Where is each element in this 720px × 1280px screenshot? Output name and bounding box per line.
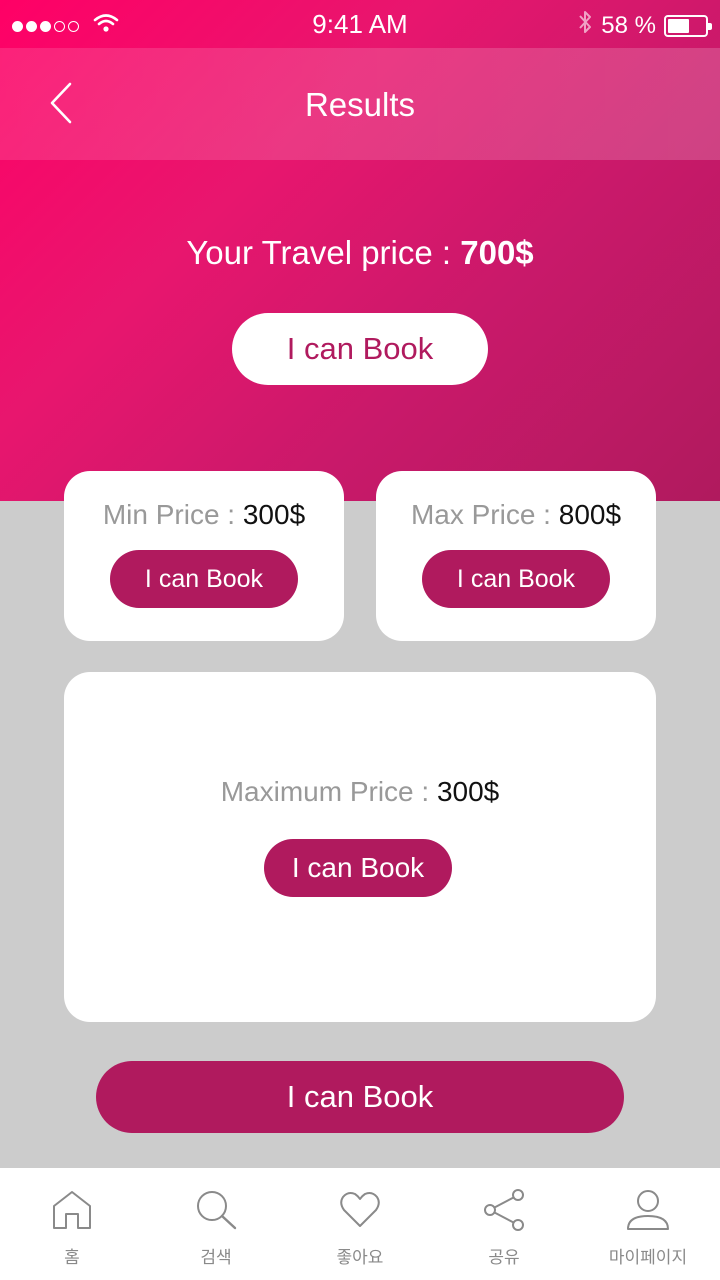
max-price-label: Max Price : [410,499,559,530]
min-price-card: Min Price : 300$ I can Book [64,471,344,641]
maximum-price-label: Maximum Price : [220,776,437,807]
max-price-value: 800$ [558,499,622,530]
min-price-label: Min Price : [102,499,243,530]
maximum-book-button[interactable]: I can Book [264,839,452,897]
status-bar: 9:41 AM 58 % [0,0,720,48]
share-icon [482,1188,526,1237]
tab-home-label: 홈 [64,1248,80,1268]
home-icon [50,1188,94,1237]
travel-price-label: Your Travel price : [186,234,461,271]
user-icon [626,1188,670,1237]
page-title: Results [304,86,416,123]
tab-like[interactable]: 좋아요 [288,1168,432,1280]
tab-share[interactable]: 공유 [432,1168,576,1280]
battery-icon [664,14,712,37]
travel-price-value: 700$ [460,234,534,271]
tab-share-label: 공유 [488,1248,520,1268]
heart-icon [338,1188,382,1237]
search-icon [194,1188,238,1237]
max-price-card: Max Price : 800$ I can Book [376,471,656,641]
maximum-price-card: Maximum Price : 300$ I can Book [64,672,656,1022]
status-right: 58 % [577,9,712,42]
travel-price: Your Travel price : 700$ [0,234,720,272]
battery-tip [708,22,712,30]
navigation-bar: Results [0,48,720,160]
tab-bar: 홈 검색 좋아요 공유 마이페이지 [0,1168,720,1280]
tab-mypage-label: 마이페이지 [608,1248,688,1268]
min-book-button[interactable]: I can Book [110,550,298,608]
max-book-button[interactable]: I can Book [422,550,610,608]
hero-book-button[interactable]: I can Book [232,313,488,385]
max-price: Max Price : 800$ [376,499,656,531]
battery-percent: 58 % [601,11,656,39]
tab-mypage[interactable]: 마이페이지 [576,1168,720,1280]
maximum-price-value: 300$ [436,776,500,807]
bluetooth-icon [577,9,593,42]
tab-search-label: 검색 [200,1248,232,1268]
min-price-value: 300$ [242,499,306,530]
tab-like-label: 좋아요 [336,1248,384,1268]
tab-search[interactable]: 검색 [144,1168,288,1280]
tab-home[interactable]: 홈 [0,1168,144,1280]
battery-level [668,18,689,33]
bottom-book-button[interactable]: I can Book [96,1061,624,1133]
min-price: Min Price : 300$ [64,499,344,531]
maximum-price: Maximum Price : 300$ [64,776,656,808]
